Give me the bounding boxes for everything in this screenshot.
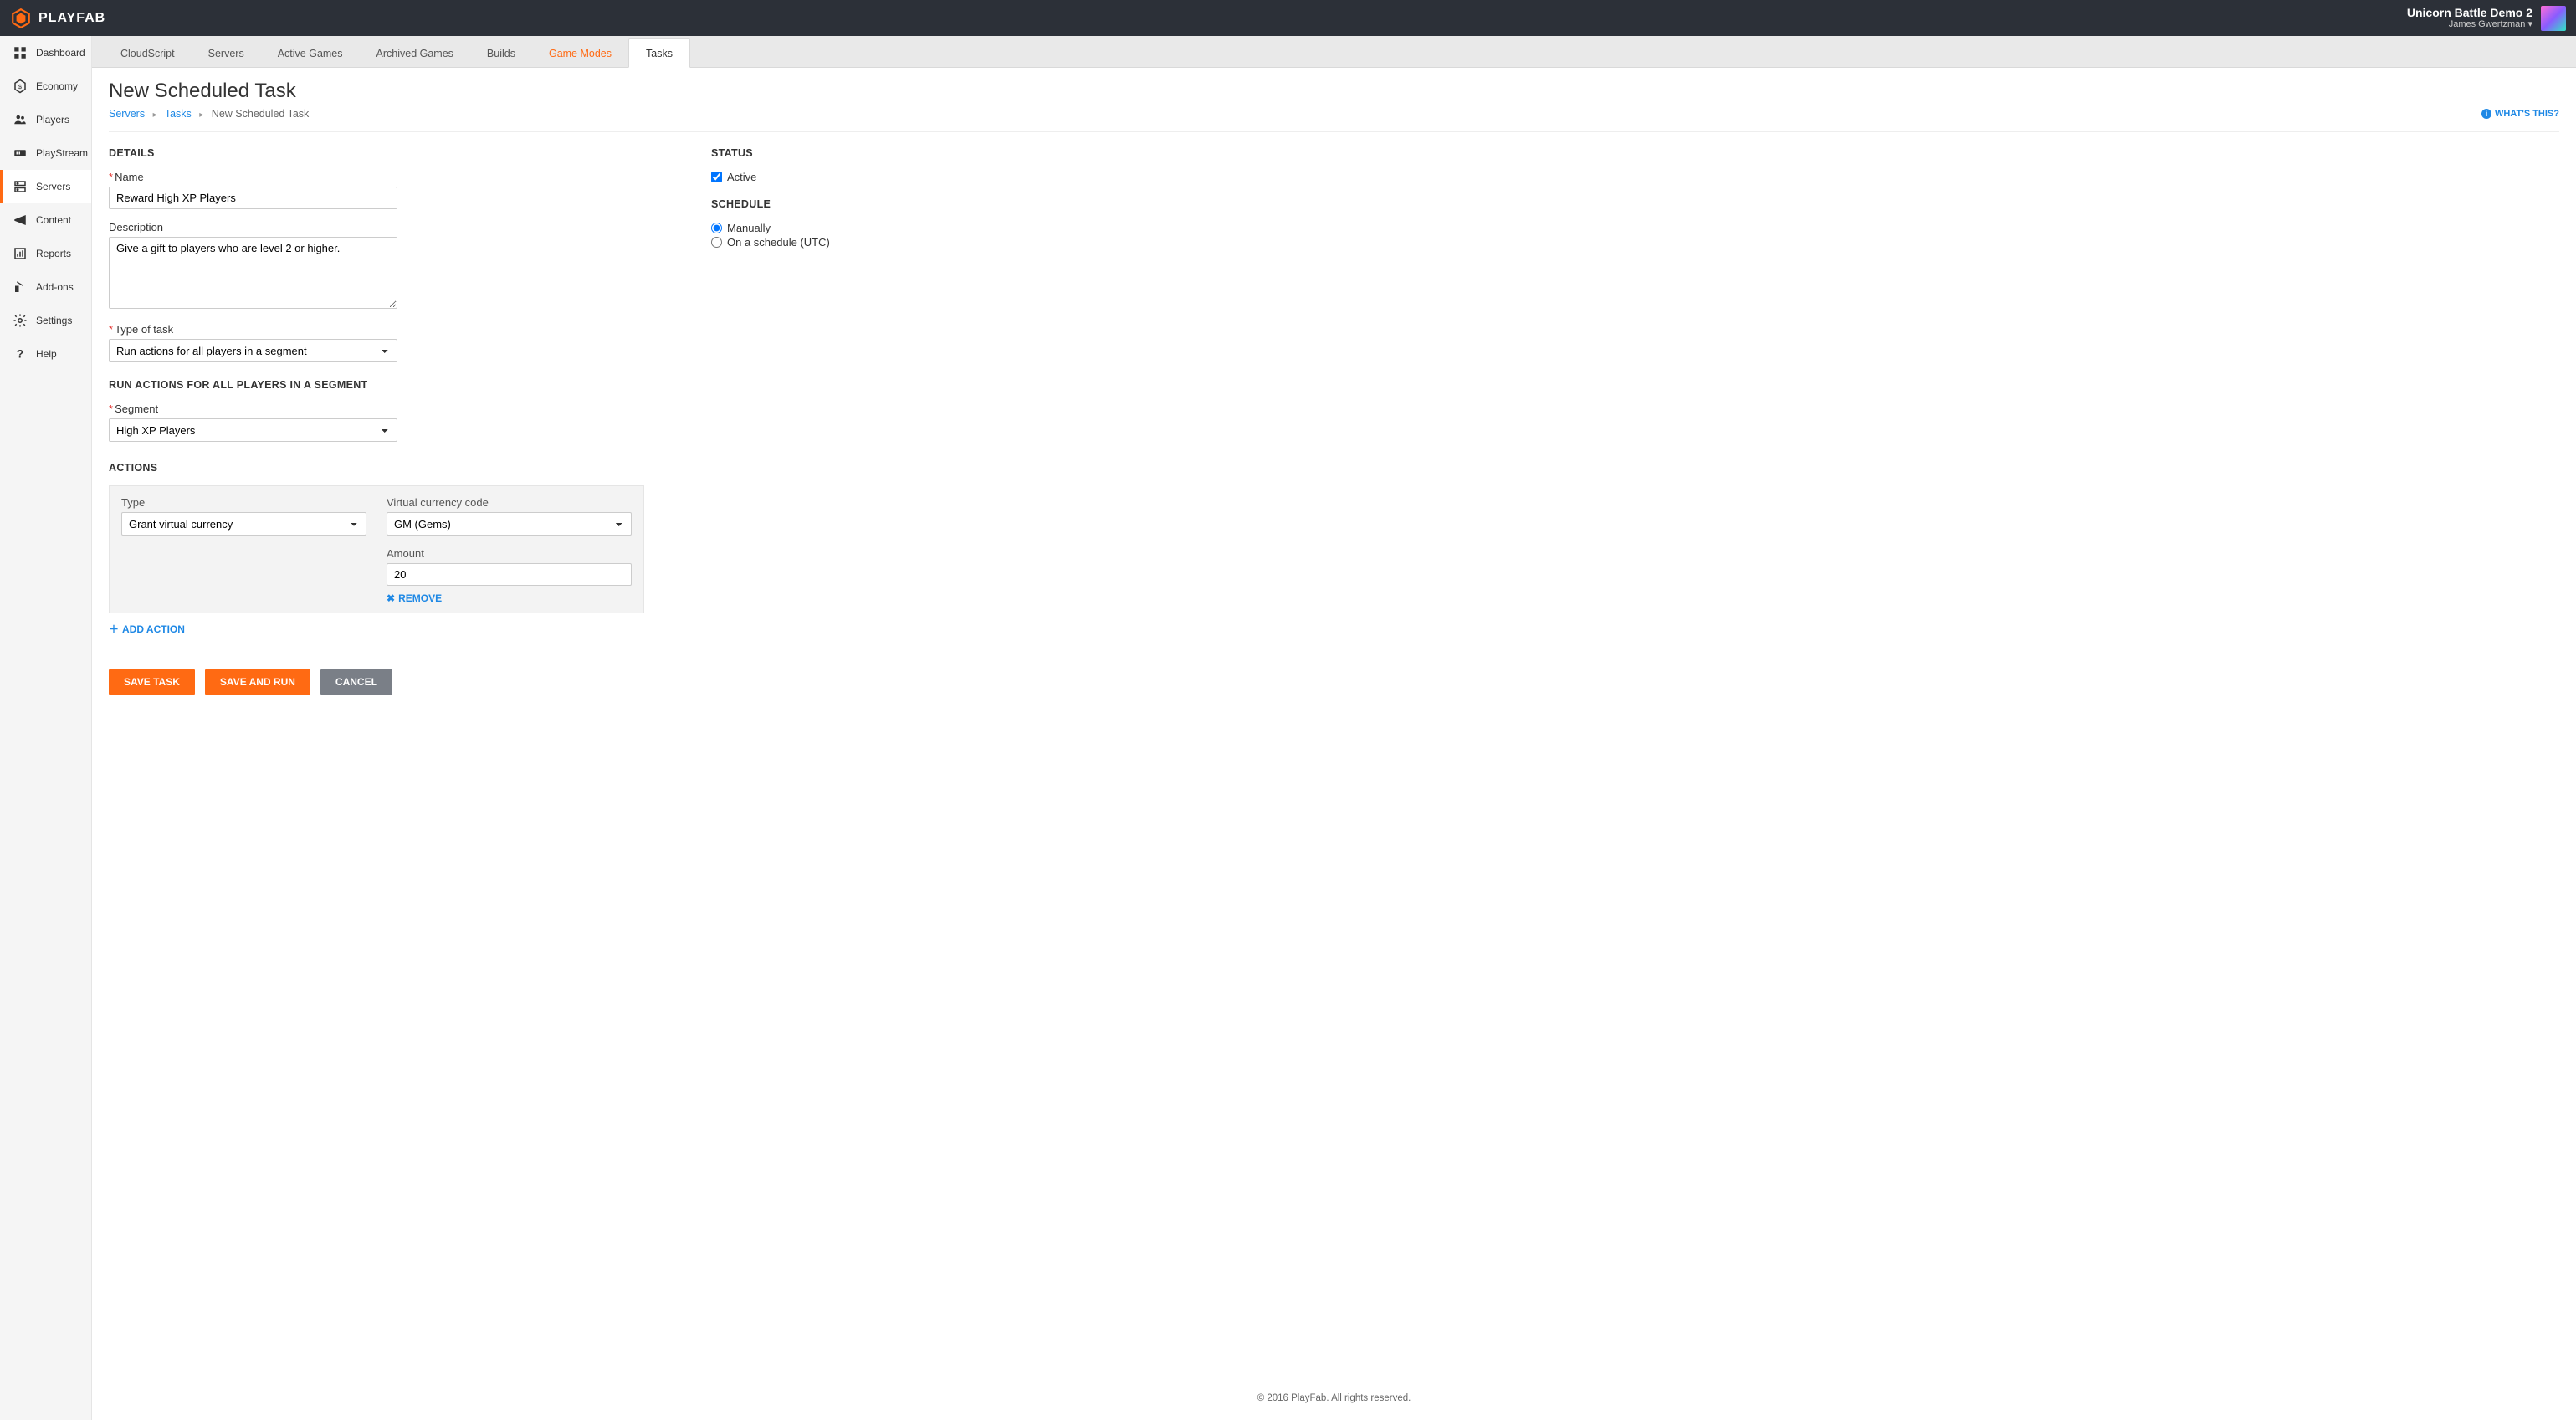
sidebar-item-label: Reports — [36, 248, 71, 259]
breadcrumb-current: New Scheduled Task — [212, 108, 310, 120]
segment-label: *Segment — [109, 402, 644, 415]
action-row: Type Grant virtual currency Virtual curr… — [109, 485, 644, 613]
sidebar-item-playstream[interactable]: PlayStream — [0, 136, 91, 170]
sidebar-item-content[interactable]: Content — [0, 203, 91, 237]
footer-text: © 2016 PlayFab. All rights reserved. — [92, 1376, 2576, 1420]
tab-builds[interactable]: Builds — [470, 39, 532, 67]
sidebar-item-label: PlayStream — [36, 147, 88, 159]
schedule-utc-label: On a schedule (UTC) — [727, 236, 830, 249]
breadcrumb: Servers ▸ Tasks ▸ New Scheduled Task — [109, 108, 309, 120]
schedule-manual-radio[interactable] — [711, 223, 722, 233]
svg-text:?: ? — [17, 348, 23, 361]
info-icon: i — [2481, 109, 2491, 119]
sidebar-item-players[interactable]: Players — [0, 103, 91, 136]
amount-label: Amount — [387, 547, 632, 560]
economy-icon: $ — [13, 79, 28, 94]
active-checkbox[interactable] — [711, 172, 722, 182]
status-heading: STATUS — [711, 147, 1046, 159]
settings-icon — [13, 313, 28, 328]
sidebar-item-label: Add-ons — [36, 281, 74, 293]
sidebar-item-label: Help — [36, 348, 57, 360]
sidebar-item-settings[interactable]: Settings — [0, 304, 91, 337]
sidebar-item-servers[interactable]: Servers — [0, 170, 91, 203]
brand-text: PLAYFAB — [38, 11, 105, 26]
segment-select[interactable]: High XP Players — [109, 418, 397, 442]
action-type-select[interactable]: Grant virtual currency — [121, 512, 366, 536]
game-title: Unicorn Battle Demo 2 — [2407, 6, 2532, 20]
players-icon — [13, 112, 28, 127]
whats-this-link[interactable]: i WHAT'S THIS? — [2481, 109, 2559, 119]
tab-archived-games[interactable]: Archived Games — [360, 39, 470, 67]
action-type-label: Type — [121, 496, 366, 509]
sidebar-item-label: Servers — [36, 181, 70, 192]
vc-code-label: Virtual currency code — [387, 496, 632, 509]
vc-code-select[interactable]: GM (Gems) — [387, 512, 632, 536]
breadcrumb-servers[interactable]: Servers — [109, 108, 145, 120]
add-action-link[interactable]: ＋ ADD ACTION — [109, 622, 185, 636]
details-heading: DETAILS — [109, 147, 644, 159]
servers-icon — [13, 179, 28, 194]
description-label: Description — [109, 221, 644, 233]
content-icon — [13, 213, 28, 228]
help-icon: ? — [13, 346, 28, 361]
top-bar: PLAYFAB Unicorn Battle Demo 2 James Gwer… — [0, 0, 2576, 36]
save-and-run-button[interactable]: SAVE AND RUN — [205, 669, 310, 695]
sidebar-item-dashboard[interactable]: Dashboard — [0, 36, 91, 69]
schedule-manual-label: Manually — [727, 222, 771, 234]
sidebar-item-label: Players — [36, 114, 69, 126]
sidebar: Dashboard $ Economy Players PlayStream S… — [0, 36, 92, 1420]
save-task-button[interactable]: SAVE TASK — [109, 669, 195, 695]
playfab-logo-icon — [10, 8, 32, 29]
sidebar-item-label: Content — [36, 214, 71, 226]
chevron-right-icon: ▸ — [199, 110, 203, 120]
breadcrumb-tasks[interactable]: Tasks — [165, 108, 192, 120]
tab-cloudscript[interactable]: CloudScript — [104, 39, 192, 67]
tab-tasks[interactable]: Tasks — [628, 38, 690, 68]
type-of-task-select[interactable]: Run actions for all players in a segment — [109, 339, 397, 362]
amount-input[interactable] — [387, 563, 632, 586]
plus-icon: ＋ — [109, 622, 119, 636]
svg-text:$: $ — [18, 83, 23, 90]
page-title: New Scheduled Task — [109, 79, 2559, 103]
tab-active-games[interactable]: Active Games — [261, 39, 360, 67]
chevron-right-icon: ▸ — [153, 110, 157, 120]
cancel-button[interactable]: CANCEL — [320, 669, 392, 695]
name-input[interactable] — [109, 187, 397, 209]
schedule-heading: SCHEDULE — [711, 198, 1046, 210]
sidebar-item-label: Dashboard — [36, 47, 85, 59]
caret-down-icon: ▾ — [2527, 19, 2532, 29]
actions-heading: ACTIONS — [109, 462, 644, 474]
type-of-task-label: *Type of task — [109, 323, 644, 336]
tab-bar: CloudScript Servers Active Games Archive… — [92, 36, 2576, 68]
remove-action-link[interactable]: ✖ REMOVE — [387, 592, 442, 604]
reports-icon — [13, 246, 28, 261]
sidebar-item-label: Economy — [36, 80, 78, 92]
addons-icon — [13, 279, 28, 295]
close-icon: ✖ — [387, 592, 395, 604]
tab-servers[interactable]: Servers — [192, 39, 261, 67]
tab-game-modes[interactable]: Game Modes — [532, 39, 628, 67]
active-label: Active — [727, 171, 756, 183]
sidebar-item-addons[interactable]: Add-ons — [0, 270, 91, 304]
user-name: James Gwertzman — [2449, 19, 2526, 29]
avatar — [2541, 6, 2566, 31]
account-menu[interactable]: Unicorn Battle Demo 2 James Gwertzman ▾ — [2407, 6, 2566, 31]
schedule-utc-radio[interactable] — [711, 237, 722, 248]
sidebar-item-label: Settings — [36, 315, 72, 326]
brand[interactable]: PLAYFAB — [10, 8, 105, 29]
sidebar-item-economy[interactable]: $ Economy — [0, 69, 91, 103]
playstream-icon — [13, 146, 28, 161]
sidebar-item-help[interactable]: ? Help — [0, 337, 91, 371]
name-label: *Name — [109, 171, 644, 183]
dashboard-icon — [13, 45, 28, 60]
description-input[interactable]: Give a gift to players who are level 2 o… — [109, 237, 397, 309]
sidebar-item-reports[interactable]: Reports — [0, 237, 91, 270]
segment-section-heading: RUN ACTIONS FOR ALL PLAYERS IN A SEGMENT — [109, 379, 644, 391]
